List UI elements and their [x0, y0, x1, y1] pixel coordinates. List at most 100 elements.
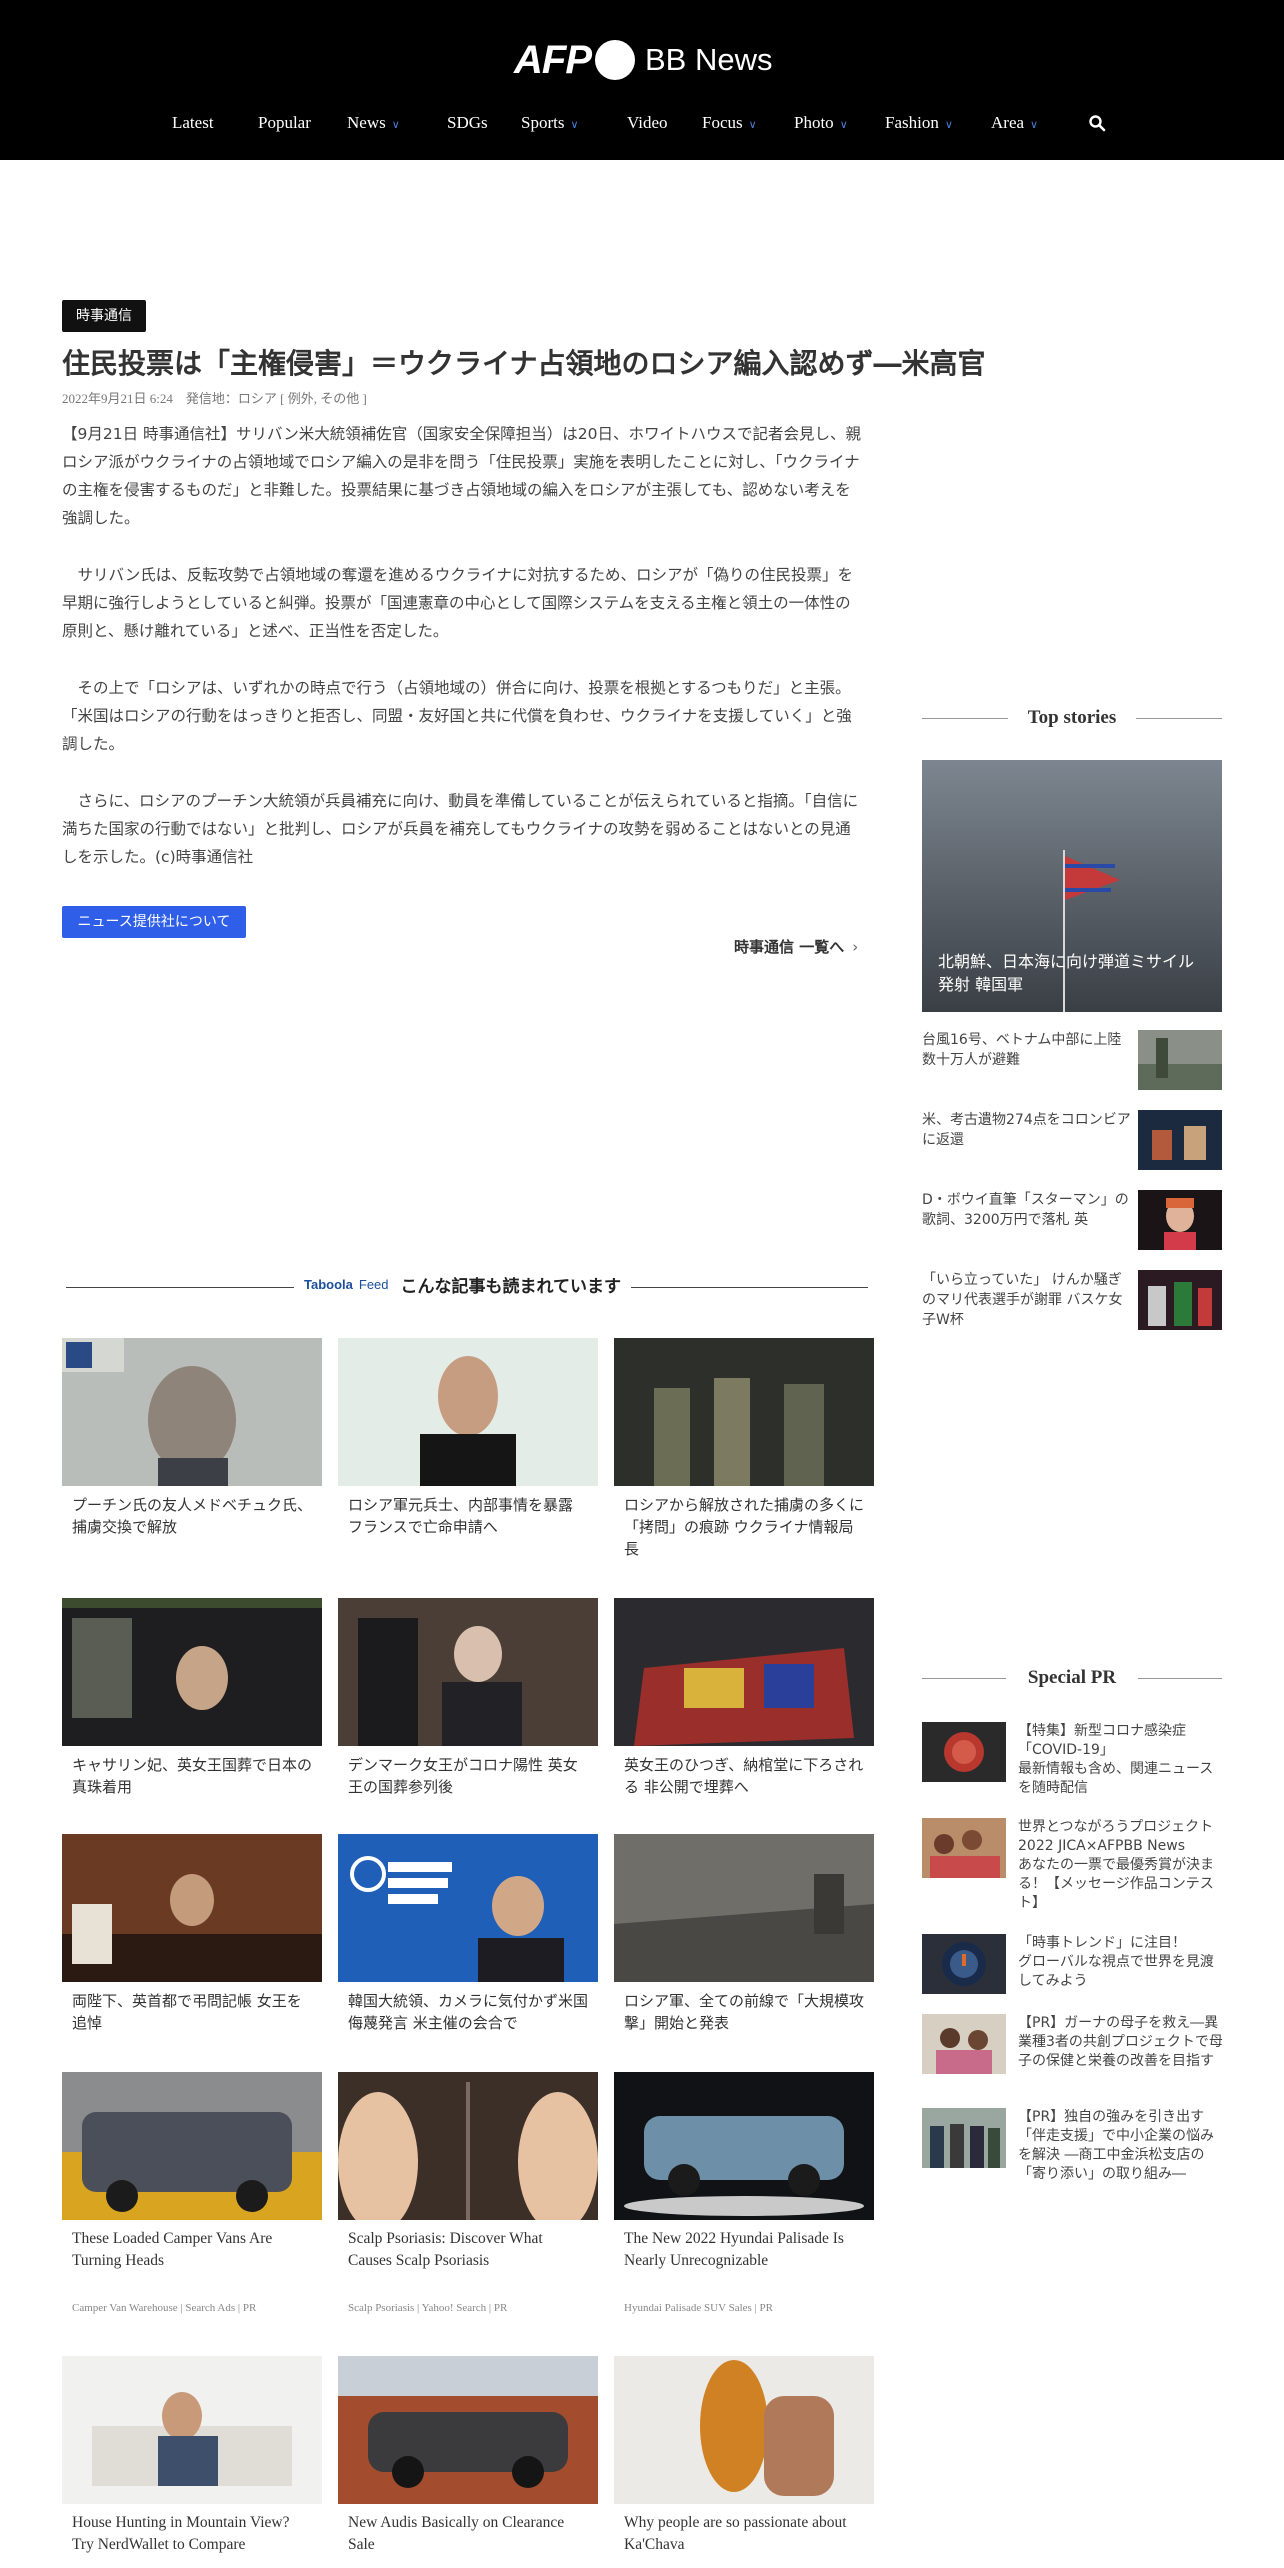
pr-title: 【PR】ガーナの母子を救え―異業種3者の共創プロジェクトで母子の保健と栄養の改善…: [1018, 2015, 1223, 2069]
chevron-right-icon: ›: [852, 938, 859, 956]
feed-card[interactable]: ロシア軍元兵士、内部事情を暴露 フランスで亡命申請へ: [338, 1338, 598, 1538]
nav-item-area[interactable]: Area ∨: [991, 110, 1038, 138]
nav-item-video[interactable]: Video: [627, 110, 668, 136]
feed-card-image: [62, 1598, 322, 1746]
sponsored-card[interactable]: Scalp Psoriasis: Discover What Causes Sc…: [338, 2072, 598, 2328]
top-stories-header: Top stories: [922, 706, 1222, 730]
top-story-item[interactable]: D・ボウイ直筆「スターマン」の歌詞、3200万円で落札 英: [922, 1190, 1222, 1250]
sponsored-card[interactable]: The New 2022 Hyundai Palisade Is Nearly …: [614, 2072, 874, 2328]
feed-card-caption: プーチン氏の友人メドベチュク氏、捕虜交換で解放: [72, 1496, 313, 1536]
pr-text: 【PR】独自の強みを引き出す「伴走支援」で中小企業の悩みを解決 ―商工中金浜松支…: [1018, 2108, 1224, 2184]
top-story-title: 台風16号、ベトナム中部に上陸 数十万人が避難: [922, 1032, 1122, 1068]
article-paragraph: その上で「ロシアは、いずれかの時点で行う（占領地域の）併合に向け、投票を根拠とす…: [62, 679, 852, 753]
feed-card[interactable]: デンマーク女王がコロナ陽性 英女王の国葬参列後: [338, 1598, 598, 1798]
nav-label: Area: [991, 113, 1025, 132]
nav-item-fashion[interactable]: Fashion ∨: [885, 110, 953, 138]
pr-text: 【PR】ガーナの母子を救え―異業種3者の共創プロジェクトで母子の保健と栄養の改善…: [1018, 2014, 1224, 2071]
feed-card-caption: Scalp Psoriasis: Discover What Causes Sc…: [348, 2230, 543, 2269]
sponsored-card[interactable]: House Hunting in Mountain View? Try Nerd…: [62, 2356, 322, 2556]
afpbb-logo[interactable]: AFP BB News: [514, 36, 772, 84]
top-story-hero[interactable]: 北朝鮮、日本海に向け弾道ミサイル発射 韓国軍: [922, 760, 1222, 1012]
special-pr-item[interactable]: 【特集】新型コロナ感染症「COVID-19」 最新情報も含め、関連ニュースを随時…: [922, 1722, 1222, 1796]
pr-title: 【特集】新型コロナ感染症「COVID-19」: [1018, 1723, 1186, 1758]
about-provider-button[interactable]: ニュース提供社について: [62, 906, 246, 938]
feed-card[interactable]: 韓国大統領、カメラに気付かず米国侮蔑発言 米主催の会合で: [338, 1834, 598, 2034]
nav-item-popular[interactable]: Popular: [258, 110, 311, 136]
feed-card-image: [614, 1598, 874, 1746]
chevron-down-icon: ∨: [748, 119, 757, 131]
pr-thumb: [922, 2108, 1006, 2168]
nav-item-sports[interactable]: Sports ∨: [521, 110, 579, 138]
source-list-label: 時事通信 一覧へ: [734, 938, 845, 956]
top-story-thumb: [1138, 1030, 1222, 1090]
article-body: 【9月21日 時事通信社】サリバン米大統領補佐官（国家安全保障担当）は20日、ホ…: [62, 420, 862, 900]
nav-label: Focus: [702, 113, 743, 132]
feed-card-caption: ロシア軍元兵士、内部事情を暴露 フランスで亡命申請へ: [348, 1496, 574, 1536]
taboola-header: Taboola Feed こんな記事も読まれています: [294, 1272, 632, 1297]
special-pr-item[interactable]: 【PR】独自の強みを引き出す「伴走支援」で中小企業の悩みを解決 ―商工中金浜松支…: [922, 2108, 1222, 2184]
chevron-down-icon: ∨: [839, 119, 848, 131]
article-paragraph: 【9月21日 時事通信社】サリバン米大統領補佐官（国家安全保障担当）は20日、ホ…: [62, 425, 862, 527]
feed-card[interactable]: 両陛下、英首都で弔問記帳 女王を追悼: [62, 1834, 322, 2034]
top-story-thumb: [1138, 1110, 1222, 1170]
nav-label: Popular: [258, 113, 311, 132]
sponsored-card[interactable]: These Loaded Camper Vans Are Turning Hea…: [62, 2072, 322, 2328]
nav-item-latest[interactable]: Latest: [172, 110, 214, 136]
top-story-item[interactable]: 米、考古遺物274点をコロンビアに返還: [922, 1110, 1222, 1170]
top-story-title: 米、考古遺物274点をコロンビアに返還: [922, 1112, 1131, 1148]
chevron-down-icon: ∨: [570, 119, 579, 131]
special-pr-header: Special PR: [922, 1666, 1222, 1690]
feed-card-caption: デンマーク女王がコロナ陽性 英女王の国葬参列後: [348, 1756, 578, 1796]
taboola-logo[interactable]: Taboola: [304, 1277, 353, 1292]
top-story-item[interactable]: 「いら立っていた」 けんか騒ぎのマリ代表選手が謝罪 バスケ女子W杯: [922, 1270, 1222, 1330]
feed-card-caption: New Audis Basically on Clearance Sale: [348, 2514, 565, 2553]
feed-card[interactable]: ロシア軍、全ての前線で「大規模攻撃」開始と発表: [614, 1834, 874, 2034]
feed-card[interactable]: キャサリン妃、英女王国葬で日本の真珠着用: [62, 1598, 322, 1798]
logo-circle-icon: [595, 40, 635, 80]
sponsored-card[interactable]: New Audis Basically on Clearance Sale: [338, 2356, 598, 2556]
article-paragraph: さらに、ロシアのプーチン大統領が兵員補充に向け、動員を準備していることが伝えられ…: [62, 792, 859, 866]
pr-thumb: [922, 1934, 1006, 1994]
special-pr-item[interactable]: 「時事トレンド」に注目！ グローバルな視点で世界を見渡してみよう: [922, 1934, 1222, 1998]
feed-card-caption: 韓国大統領、カメラに気付かず米国侮蔑発言 米主催の会合で: [348, 1992, 589, 2032]
feed-card[interactable]: 英女王のひつぎ、納棺堂に下ろされる 非公開で埋葬へ: [614, 1598, 874, 1798]
special-pr-title: Special PR: [1027, 1667, 1117, 1688]
pr-title: 「時事トレンド」に注目！: [1018, 1935, 1186, 1951]
pr-thumb: [922, 2014, 1006, 2074]
logo-bbnews-text: BB News: [645, 42, 773, 77]
nav-item-news[interactable]: News ∨: [347, 110, 400, 138]
feed-card-image: [62, 1338, 322, 1486]
feed-card-image: [338, 1834, 598, 1982]
source-list-link[interactable]: 時事通信 一覧へ ›: [734, 936, 858, 957]
pr-subtitle: 最新情報も含め、関連ニュースを随時配信: [1018, 1761, 1214, 1796]
pr-text: 「時事トレンド」に注目！ グローバルな視点で世界を見渡してみよう: [1018, 1934, 1224, 1991]
feed-card-image: [338, 2072, 598, 2220]
top-story-item[interactable]: 台風16号、ベトナム中部に上陸 数十万人が避難: [922, 1030, 1222, 1090]
nav-item-focus[interactable]: Focus ∨: [702, 110, 757, 138]
pr-thumb: [922, 1818, 1006, 1878]
nav-item-sdgs[interactable]: SDGs: [447, 110, 488, 136]
feed-card-caption: 英女王のひつぎ、納棺堂に下ろされる 非公開で埋葬へ: [624, 1756, 864, 1796]
nav-label: News: [347, 113, 386, 132]
feed-card-caption: Why people are so passionate about Ka'Ch…: [624, 2514, 847, 2553]
article-meta: 2022年9月21日 6:24 発信地：ロシア [ 例外, その他 ]: [62, 391, 367, 406]
search-icon[interactable]: [1088, 114, 1108, 134]
main-nav: Latest Popular News ∨ SDGs Sports ∨ Video …: [0, 110, 1284, 138]
feed-card-caption: These Loaded Camper Vans Are Turning Hea…: [72, 2230, 273, 2269]
site-header: AFP BB News Latest Popular News ∨ SDGs Sp…: [0, 0, 1284, 160]
nav-item-photo[interactable]: Photo ∨: [794, 110, 848, 138]
nav-label: Video: [627, 113, 668, 132]
feed-card-image: [62, 2356, 322, 2504]
pr-title: 世界とつながろうプロジェクト2022 JICA×AFPBB News: [1018, 1819, 1214, 1854]
chevron-down-icon: ∨: [944, 119, 953, 131]
feed-card[interactable]: プーチン氏の友人メドベチュク氏、捕虜交換で解放: [62, 1338, 322, 1538]
top-story-title: 「いら立っていた」 けんか騒ぎのマリ代表選手が謝罪 バスケ女子W杯: [922, 1272, 1123, 1328]
pr-thumb: [922, 1722, 1006, 1782]
source-badge[interactable]: 時事通信: [62, 300, 146, 332]
special-pr-item[interactable]: 【PR】ガーナの母子を救え―異業種3者の共創プロジェクトで母子の保健と栄養の改善…: [922, 2014, 1224, 2090]
feed-card-image: [62, 1834, 322, 1982]
pr-subtitle: グローバルな視点で世界を見渡してみよう: [1018, 1954, 1214, 1989]
special-pr-item[interactable]: 世界とつながろうプロジェクト2022 JICA×AFPBB News あなたの一…: [922, 1818, 1222, 1911]
feed-card[interactable]: ロシアから解放された捕虜の多くに「拷問」の痕跡 ウクライナ情報局長: [614, 1338, 874, 1560]
sponsored-card[interactable]: Why people are so passionate about Ka'Ch…: [614, 2356, 874, 2556]
